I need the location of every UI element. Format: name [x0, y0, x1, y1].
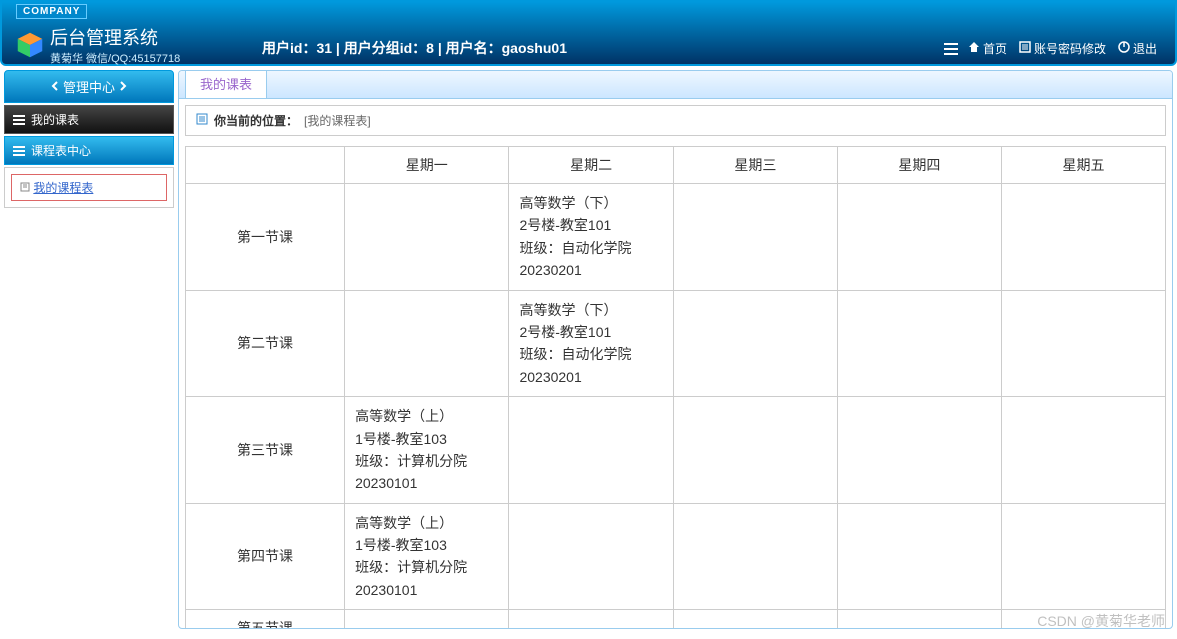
schedule-cell — [345, 184, 509, 291]
period-cell: 第五节课 — [186, 610, 345, 628]
schedule-cell — [509, 610, 673, 628]
schedule-cell — [673, 290, 837, 397]
home-label: 首页 — [983, 40, 1007, 57]
account-icon — [1019, 41, 1031, 56]
schedule-cell — [837, 184, 1001, 291]
schedule-cell: 高等数学（上）1号楼-教室103班级：计算机分院20230101 — [345, 397, 509, 504]
chevron-right-icon[interactable] — [119, 79, 127, 94]
sidebar-section-label: 我的课表 — [31, 111, 79, 128]
cube-icon — [16, 31, 44, 59]
sidebar-inner: 我的课程表 — [4, 167, 174, 208]
header-nav: 首页 账号密码修改 退出 — [942, 38, 1161, 59]
content-body: 你当前的位置： [我的课程表] 星期一星期二星期三星期四星期五 第一节课高等数学… — [179, 99, 1172, 628]
app-title: 后台管理系统 — [50, 24, 180, 50]
sidebar-section-schedule-center[interactable]: 课程表中心 — [4, 136, 174, 165]
watermark: CSDN @黄菊华老师 — [1037, 611, 1165, 631]
table-row: 第二节课 高等数学（下）2号楼-教室101班级：自动化学院20230201 — [186, 290, 1166, 397]
sidebar-link-box: 我的课程表 — [11, 174, 167, 201]
app-logo: 后台管理系统 黄菊华 微信/QQ:45157718 — [16, 24, 180, 66]
sidebar-section-label: 课程表中心 — [31, 142, 91, 159]
schedule-cell — [673, 184, 837, 291]
schedule-cell — [1001, 397, 1165, 504]
logout-icon — [1118, 41, 1130, 56]
menu-icon[interactable] — [942, 41, 960, 57]
schedule-cell: 高等数学（下）2号楼-教室101班级：自动化学院20230201 — [509, 290, 673, 397]
company-tag: COMPANY — [16, 4, 87, 19]
schedule-cell — [1001, 290, 1165, 397]
logout-label: 退出 — [1133, 40, 1157, 57]
schedule-cell: 高等数学（上）1号楼-教室103班级：计算机分院20230101 — [345, 503, 509, 610]
table-row: 第一节课 高等数学（下）2号楼-教室101班级：自动化学院20230201 — [186, 184, 1166, 291]
doc-icon — [196, 113, 208, 128]
schedule-cell — [673, 610, 837, 628]
sidebar-link-my-schedule[interactable]: 我的课程表 — [33, 181, 93, 195]
schedule-cell — [837, 397, 1001, 504]
schedule-cell: 高等数学（下）2号楼-教室101班级：自动化学院20230201 — [509, 184, 673, 291]
table-row: 第五节课 — [186, 610, 1166, 628]
day-header: 星期四 — [837, 147, 1001, 184]
main-layout: 管理中心 我的课表 课程表中心 我的课程表 我的课表 你当前的位置： [我的课程… — [0, 66, 1177, 633]
day-header: 星期五 — [1001, 147, 1165, 184]
schedule-cell — [837, 610, 1001, 628]
schedule-cell — [837, 503, 1001, 610]
table-row: 第三节课高等数学（上）1号楼-教室103班级：计算机分院20230101 — [186, 397, 1166, 504]
table-row: 第四节课高等数学（上）1号楼-教室103班级：计算机分院20230101 — [186, 503, 1166, 610]
sidebar-header-label: 管理中心 — [63, 77, 115, 96]
bars-icon — [13, 146, 25, 156]
schedule-cell — [673, 397, 837, 504]
account-link[interactable]: 账号密码修改 — [1015, 38, 1110, 59]
schedule-cell — [345, 610, 509, 628]
app-header: COMPANY 后台管理系统 黄菊华 微信/QQ:45157718 用户id：3… — [0, 0, 1177, 66]
period-header — [186, 147, 345, 184]
period-cell: 第三节课 — [186, 397, 345, 504]
account-label: 账号密码修改 — [1034, 40, 1106, 57]
schedule-cell — [837, 290, 1001, 397]
tab-bar: 我的课表 — [179, 71, 1172, 99]
user-info: 用户id：31 | 用户分组id：8 | 用户名：gaoshu01 — [262, 38, 567, 58]
schedule-table: 星期一星期二星期三星期四星期五 第一节课高等数学（下）2号楼-教室101班级：自… — [185, 146, 1166, 628]
period-cell: 第一节课 — [186, 184, 345, 291]
day-header: 星期三 — [673, 147, 837, 184]
chevron-left-icon[interactable] — [51, 79, 59, 94]
doc-icon — [20, 181, 30, 195]
period-cell: 第四节课 — [186, 503, 345, 610]
breadcrumb-label: 你当前的位置： — [214, 112, 298, 129]
sidebar-header: 管理中心 — [4, 70, 174, 103]
schedule-cell — [345, 290, 509, 397]
sidebar-section-my-schedule[interactable]: 我的课表 — [4, 105, 174, 134]
breadcrumb-value: [我的课程表] — [304, 112, 371, 129]
home-icon — [968, 41, 980, 56]
schedule-cell — [673, 503, 837, 610]
schedule-cell — [509, 397, 673, 504]
bars-icon — [13, 115, 25, 125]
day-header: 星期二 — [509, 147, 673, 184]
home-link[interactable]: 首页 — [964, 38, 1011, 59]
day-header: 星期一 — [345, 147, 509, 184]
schedule-cell — [509, 503, 673, 610]
sidebar: 管理中心 我的课表 课程表中心 我的课程表 — [4, 70, 174, 629]
breadcrumb: 你当前的位置： [我的课程表] — [185, 105, 1166, 136]
schedule-cell — [1001, 503, 1165, 610]
content-panel: 我的课表 你当前的位置： [我的课程表] 星期一星期二星期三星期四星期五 第一节… — [178, 70, 1173, 629]
tab-my-schedule[interactable]: 我的课表 — [185, 70, 267, 98]
period-cell: 第二节课 — [186, 290, 345, 397]
app-subtitle: 黄菊华 微信/QQ:45157718 — [50, 50, 180, 66]
logout-link[interactable]: 退出 — [1114, 38, 1161, 59]
schedule-cell — [1001, 184, 1165, 291]
